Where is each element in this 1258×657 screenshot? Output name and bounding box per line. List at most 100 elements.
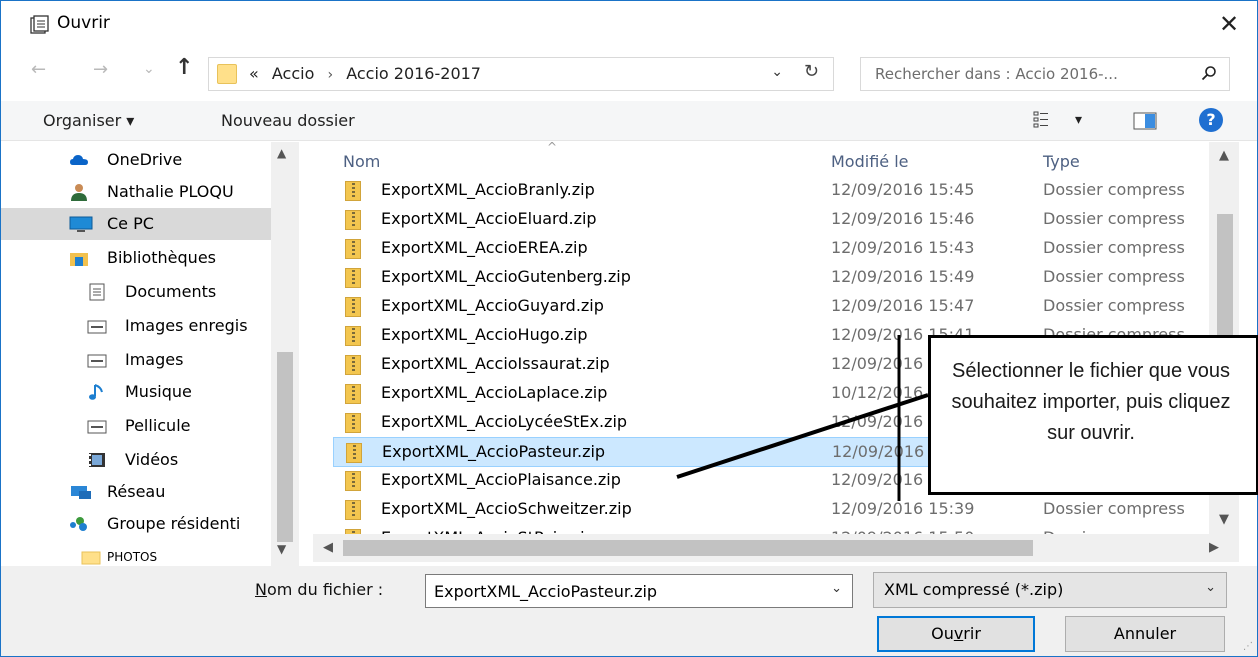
cancel-button[interactable]: Annuler [1065,616,1225,652]
zip-folder-icon [345,239,361,259]
address-bar[interactable]: « Accio › Accio 2016-2017 ⌄ ↻ [208,57,834,91]
callout-line-1: Sélectionner le fichier que vous [952,360,1230,382]
back-icon[interactable]: ← [31,59,46,80]
breadcrumb-overflow[interactable]: « [249,64,259,83]
open-dialog: Ouvrir ✕ ← → ⌄ ↑ « Accio › Accio 2016-20… [0,0,1258,657]
resize-grip-icon[interactable]: ⋰ [1243,641,1253,652]
sidebar-item-images[interactable]: Images [1,344,271,376]
zip-folder-icon [345,355,361,375]
scroll-down-icon[interactable]: ▼ [277,542,286,556]
file-type: Dossier compress [1043,267,1185,286]
filetype-value: XML compressé (*.zip) [884,580,1064,599]
file-modified: 10/12/2016 [831,383,924,402]
sidebar-item-documents[interactable]: Documents [1,276,271,308]
title-bar: Ouvrir ✕ [1,1,1257,47]
sidebar-item-pellicule[interactable]: Pellicule [1,410,271,442]
file-modified: 12/09/2016 [831,470,924,489]
file-type: Dossier compress [1043,238,1185,257]
sidebar-item-onedrive[interactable]: OneDrive [1,144,271,176]
file-name: ExportXML_AccioPasteur.zip [382,442,606,461]
table-row[interactable]: ExportXML_AccioEREA.zip 12/09/2016 15:43 D… [333,234,1209,264]
new-folder-button[interactable]: Nouveau dossier [221,111,355,130]
navigation-scrollbar-thumb[interactable] [277,352,293,542]
sidebar-item-reseau[interactable]: Réseau [1,476,271,508]
sidebar-item-images-enregistrees[interactable]: Images enregis [1,310,271,342]
sidebar-item-user[interactable]: Nathalie PLOQU [1,176,271,208]
saved-images-icon [87,320,107,334]
filename-label-accesskey: N [255,580,267,599]
user-icon [71,184,87,201]
recent-locations-icon[interactable]: ⌄ [143,61,155,77]
open-button-accesskey: v [953,624,964,643]
videos-icon [89,453,105,467]
cloud-icon [70,155,88,165]
help-icon[interactable]: ? [1199,108,1223,132]
view-dropdown-icon[interactable]: ▾ [1075,112,1082,128]
scroll-right-icon[interactable]: ▶ [1209,540,1219,555]
zip-folder-icon [345,210,361,230]
file-type: Dossier compress [1043,209,1185,228]
breadcrumb-separator: › [327,67,334,83]
view-options-icon[interactable] [1033,110,1049,128]
table-row[interactable]: ExportXML_AccioGutenberg.zip 12/09/2016 1… [333,263,1209,293]
filename-input[interactable]: ExportXML_AccioPasteur.zip ⌄ [425,574,853,608]
file-modified: 12/09/2016 15:45 [831,180,975,199]
scroll-up-icon[interactable]: ▲ [1219,148,1229,163]
sidebar-item-videos[interactable]: Vidéos [1,444,271,476]
table-row[interactable]: ExportXML_AccioGuyard.zip 12/09/2016 15:4… [333,292,1209,322]
search-placeholder: Rechercher dans : Accio 2016-... [875,65,1118,83]
organize-button[interactable]: Organiser ▾ [43,111,134,130]
sidebar-item-ce-pc[interactable]: Ce PC [1,208,271,240]
file-list-horizontal-scrollbar-thumb[interactable] [343,540,1033,556]
file-name: ExportXML_AccioLycéeStEx.zip [381,412,628,431]
table-row[interactable]: ExportXML_AccioEluard.zip 12/09/2016 15:4… [333,205,1209,235]
zip-folder-icon [345,268,361,288]
breadcrumb-item-accio-2016-2017[interactable]: Accio 2016-2017 [346,64,481,83]
filetype-select[interactable]: XML compressé (*.zip) ⌄ [873,572,1227,608]
close-button[interactable]: ✕ [1211,7,1247,41]
file-name: ExportXML_AccioPlaisance.zip [381,470,621,489]
up-folder-icon[interactable]: ↑ [175,55,193,80]
column-header-type[interactable]: Type [1043,152,1080,171]
dialog-footer: Nom du fichier : ExportXML_AccioPasteur.… [1,566,1257,656]
sort-ascending-icon: ^ [547,142,558,154]
sidebar-item-photos[interactable]: PHOTOS [1,540,271,566]
file-name: ExportXML_AccioGutenberg.zip [381,267,631,286]
breadcrumb-item-accio[interactable]: Accio [272,64,315,83]
sidebar-item-bibliotheques[interactable]: Bibliothèques [1,242,271,274]
search-input[interactable]: Rechercher dans : Accio 2016-... [860,57,1230,91]
chevron-down-icon[interactable]: ⌄ [831,581,842,596]
table-row[interactable]: ExportXML_AccioSchweitzer.zip 12/09/2016 … [333,495,1209,525]
zip-folder-icon [345,413,361,433]
folder-icon [81,551,101,565]
chevron-down-icon[interactable]: ⌄ [771,64,783,80]
refresh-icon[interactable]: ↻ [804,61,819,82]
zip-folder-icon [345,297,361,317]
instruction-callout: Sélectionner le fichier que vous souhait… [928,335,1258,495]
column-header-name[interactable]: Nom [343,152,380,171]
forward-icon[interactable]: → [93,59,108,80]
table-row[interactable]: ExportXML_AccioBranly.zip 12/09/2016 15:4… [333,176,1209,206]
scroll-up-icon[interactable]: ▲ [277,146,286,160]
filename-value: ExportXML_AccioPasteur.zip [434,582,658,601]
sidebar-item-groupe-residentiel[interactable]: Groupe résidenti [1,508,271,540]
zip-folder-icon [345,384,361,404]
file-name: ExportXML_AccioIssaurat.zip [381,354,610,373]
file-modified: 12/09/2016 15:49 [831,267,975,286]
film-roll-icon [87,420,107,434]
images-icon [87,354,107,368]
preview-pane-icon[interactable] [1133,112,1157,130]
scroll-left-icon[interactable]: ◀ [323,540,333,555]
chevron-down-icon[interactable]: ⌄ [1205,580,1216,595]
filename-label-text: om du fichier : [266,580,384,599]
open-button[interactable]: Ouvrir [877,616,1035,652]
window-title: Ouvrir [57,13,110,33]
search-icon [1201,66,1216,81]
scroll-down-icon[interactable]: ▼ [1219,512,1229,527]
column-header-modified[interactable]: Modifié le [831,152,909,171]
sidebar-item-musique[interactable]: Musique [1,376,271,408]
navigation-pane: OneDrive Nathalie PLOQU Ce PC Bibliothèq… [1,142,299,566]
address-row: ← → ⌄ ↑ « Accio › Accio 2016-2017 ⌄ ↻ Re… [1,53,1257,97]
breadcrumb: « Accio › Accio 2016-2017 [249,64,481,83]
file-name: ExportXML_AccioBranly.zip [381,180,595,199]
